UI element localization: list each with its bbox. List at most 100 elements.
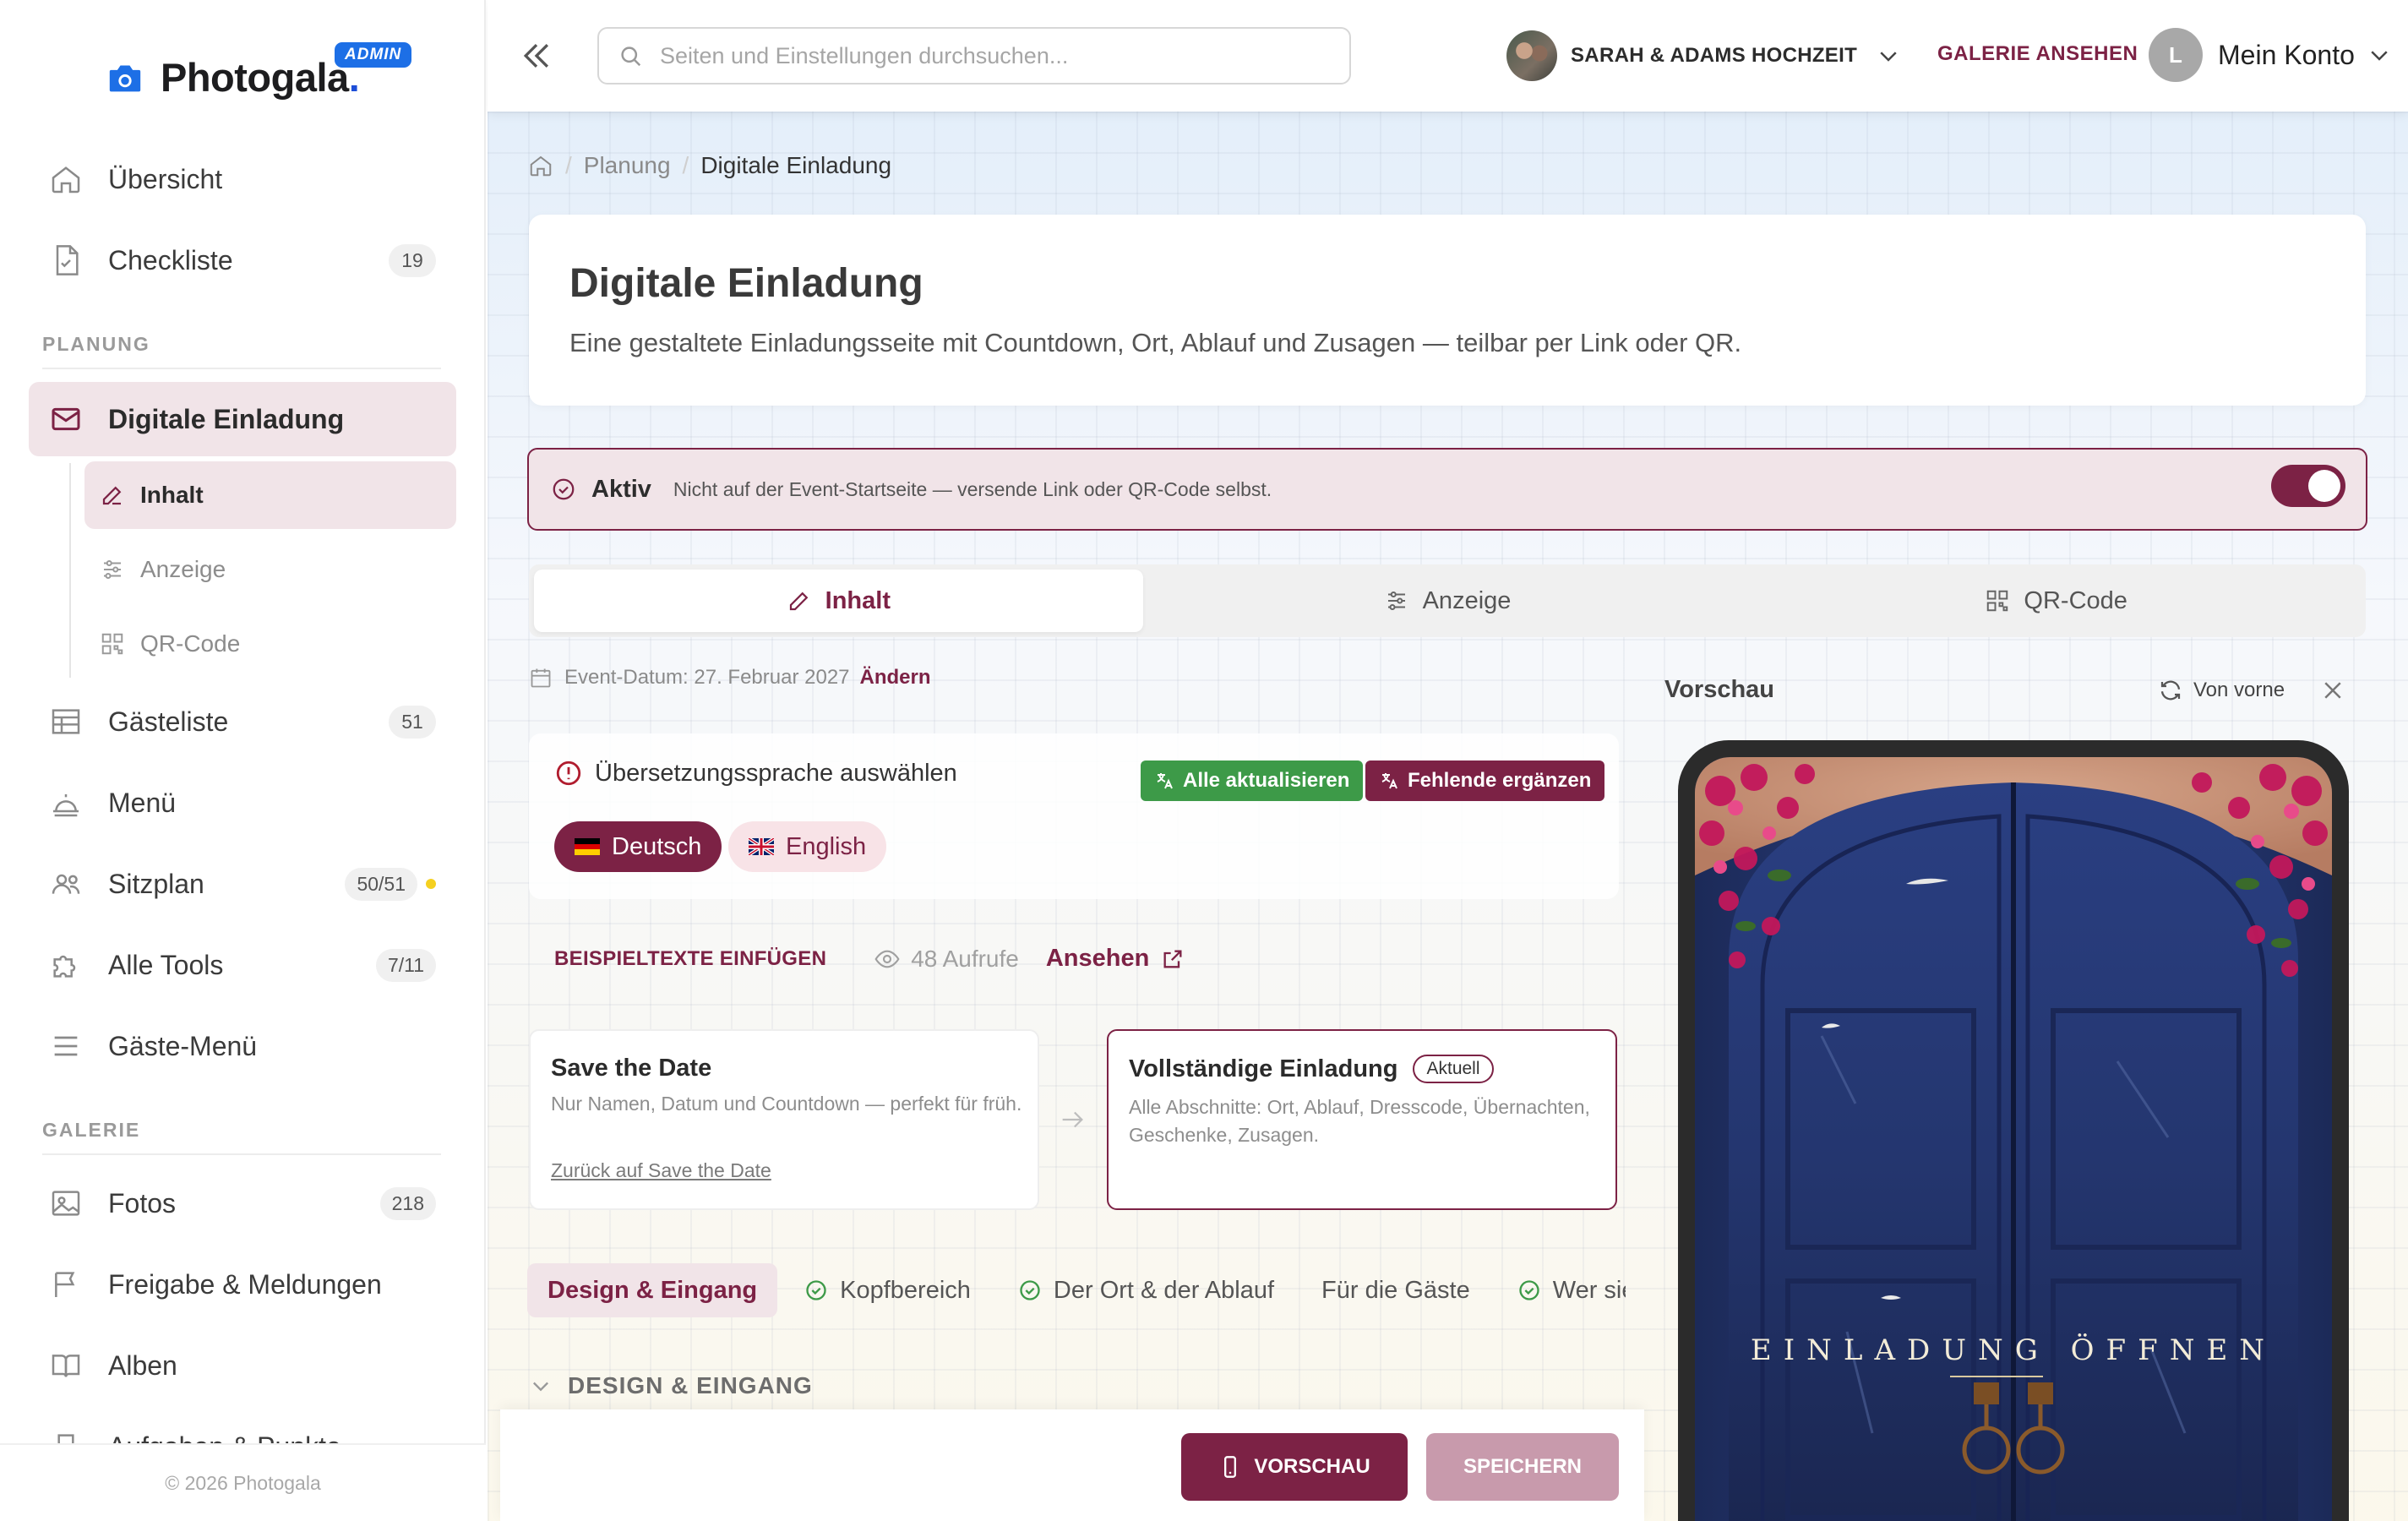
sidebar-item-label: Gästeliste [108,706,229,737]
decorative-divider [1950,1376,2043,1377]
option-title: Save the Date [551,1055,712,1082]
tab-label: Anzeige [1422,586,1512,614]
section-label-gallery: GALERIE [42,1119,441,1155]
fill-missing-button[interactable]: Fehlende ergänzen [1365,760,1605,801]
option-title: Vollständige Einladung Aktuell [1129,1055,1494,1083]
sidebar-item-label: Menü [108,787,177,818]
logo[interactable]: Photogala. ADMIN [106,42,412,101]
search-input[interactable] [660,42,1319,69]
sidebar-item-photos[interactable]: Fotos 218 [29,1166,456,1240]
book-icon [52,1355,80,1377]
language-pill-en[interactable]: English [728,821,887,872]
account-menu[interactable]: L Mein Konto [2149,27,2392,83]
open-invitation-text[interactable]: EINLADUNG ÖFFNEN [1695,1333,2332,1367]
sidebar-item-all-tools[interactable]: Alle Tools 7/11 [29,928,456,1002]
count-badge: 7/11 [375,948,436,982]
view-invitation-link[interactable]: Ansehen [1046,945,1185,973]
save-button[interactable]: SPEICHERN [1426,1433,1619,1501]
sidebar-subitem-content[interactable]: Inhalt [84,461,456,529]
status-description: Nicht auf der Event-Startseite — versend… [673,477,1272,500]
option-title-text: Vollständige Einladung [1129,1055,1398,1082]
section-heading-design[interactable]: DESIGN & EINGANG [529,1372,813,1399]
flag-icon [55,1272,75,1297]
section-tab-header[interactable]: Kopfbereich [784,1263,991,1317]
preview-title: Vorschau [1664,676,1775,703]
views-count: 48 Aufrufe [874,946,1019,973]
option-description: Nur Namen, Datum und Countdown — perfekt… [551,1093,1022,1115]
smartphone-icon [1224,1456,1237,1478]
sidebar-item-menu[interactable]: Menü [29,766,456,840]
search-box[interactable] [597,27,1351,84]
option-description: Alle Abschnitte: Ort, Ablauf, Dresscode,… [1129,1096,1590,1146]
section-tab-guests[interactable]: Für die Gäste [1301,1263,1490,1317]
current-badge: Aktuell [1413,1055,1494,1083]
close-icon[interactable] [2320,678,2345,703]
edit-icon [789,592,808,611]
sidebar-subitem-qr[interactable]: QR-Code [84,610,456,678]
sidebar-item-label: Alle Tools [108,949,224,980]
update-all-button[interactable]: Alle aktualisieren [1141,760,1364,801]
event-selector[interactable]: SARAH & ADAMS HOCHZEIT [1506,29,1901,83]
insert-samples-link[interactable]: BEISPIELTEXTE EINFÜGEN [554,947,826,971]
breadcrumb-separator: / [565,152,572,178]
eye-icon [874,950,900,968]
translate-icon [1381,773,1397,789]
arrow-right-icon [1062,1111,1083,1128]
back-to-save-the-date-link[interactable]: Zurück auf Save the Date [551,1159,771,1182]
option-save-the-date[interactable]: Save the Date Nur Namen, Datum und Count… [529,1029,1039,1210]
qr-icon [1987,590,2008,612]
event-name: SARAH & ADAMS HOCHZEIT [1571,44,1858,67]
sidebar-item-invitation[interactable]: Digitale Einladung [29,382,456,456]
uk-flag-icon [749,838,774,855]
sidebar: Photogala. ADMIN Übersicht Checkliste 19… [0,0,486,1521]
camera-icon [109,64,141,91]
sidebar-item-label: Alben [108,1349,177,1381]
translate-icon [1157,773,1173,789]
sidebar-item-overview[interactable]: Übersicht [29,142,456,216]
sidebar-item-moderation[interactable]: Freigabe & Meldungen [29,1247,456,1322]
tab-qr[interactable]: QR-Code [1752,570,2361,632]
submenu-line [69,463,71,678]
update-all-label: Alle aktualisieren [1183,769,1350,792]
sidebar-subitem-display[interactable]: Anzeige [84,536,456,603]
active-toggle[interactable] [2271,465,2345,507]
invitation-door-illustration [1695,757,2332,1521]
tab-display[interactable]: Anzeige [1143,570,1752,632]
change-date-link[interactable]: Ändern [860,666,931,690]
alert-circle-icon [556,760,581,786]
section-tab-visibility[interactable]: Wer sieht was [1497,1263,1626,1317]
language-pill-de[interactable]: Deutsch [554,821,722,872]
phone-screen[interactable]: EINLADUNG ÖFFNEN [1695,757,2332,1521]
avatar: L [2149,28,2203,82]
tab-content[interactable]: Inhalt [534,570,1143,632]
chevron-down-icon [2371,51,2388,61]
section-label-planning: PLANUNG [42,333,441,369]
sidebar-item-checklist[interactable]: Checkliste 19 [29,223,456,297]
sidebar-item-seating[interactable]: Sitzplan 50/51 [29,847,456,921]
breadcrumb-parent[interactable]: Planung [584,152,671,179]
check-circle-icon [1020,1280,1040,1300]
refresh-icon [2160,680,2181,701]
sidebar-item-guestlist[interactable]: Gästeliste 51 [29,684,456,759]
preview-button[interactable]: VORSCHAU [1181,1433,1408,1501]
translation-title: Übersetzungssprache auswählen [554,759,957,788]
sidebar-subitem-label: Inhalt [140,482,204,508]
section-tab-design[interactable]: Design & Eingang [527,1263,778,1317]
sidebar-subitem-label: Anzeige [140,556,226,582]
collapse-sidebar-icon[interactable] [518,37,555,74]
fill-missing-label: Fehlende ergänzen [1408,769,1592,792]
view-link-label: Ansehen [1045,945,1150,972]
section-tab-location[interactable]: Der Ort & der Ablauf [998,1263,1294,1317]
sidebar-item-albums[interactable]: Alben [29,1328,456,1403]
sliders-icon [1387,592,1405,610]
sidebar-item-guest-menu[interactable]: Gäste-Menü [29,1009,456,1083]
section-tab-label: Wer sieht was [1552,1276,1626,1304]
status-dot [426,879,436,889]
admin-badge: ADMIN [335,42,412,68]
account-label: Mein Konto [2218,39,2355,70]
view-gallery-link[interactable]: GALERIE ANSEHEN [1937,42,2138,66]
restart-preview-button[interactable]: Von vorne [2158,678,2285,703]
home-icon[interactable] [528,153,553,178]
language-label: Deutsch [612,832,702,860]
option-full-invitation[interactable]: Vollständige Einladung Aktuell Alle Absc… [1107,1029,1617,1210]
